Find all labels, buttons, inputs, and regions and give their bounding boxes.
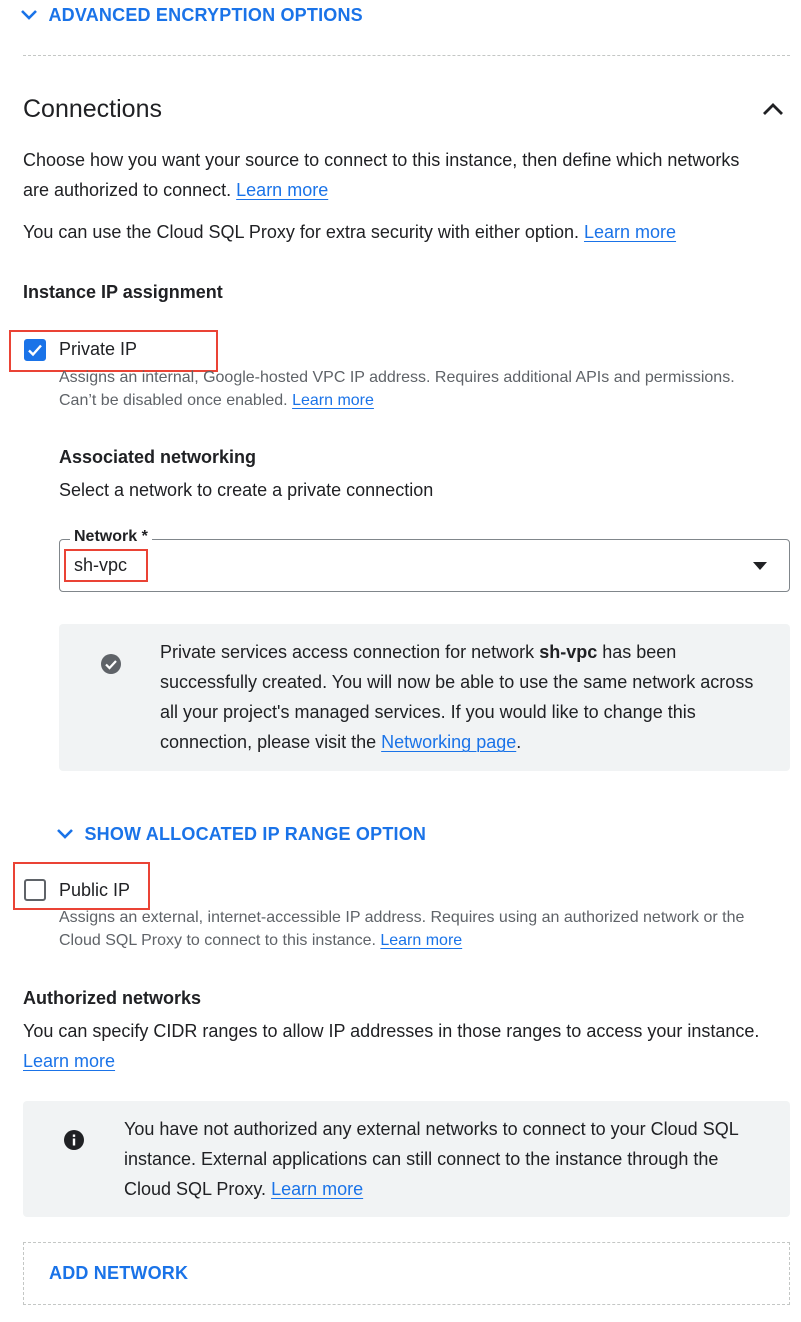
authorized-networks-notice-text: You have not authorized any external net…	[124, 1114, 764, 1204]
authorized-notice-text: You have not authorized any external net…	[124, 1119, 739, 1199]
check-circle-icon	[101, 654, 121, 674]
associated-networking-heading: Associated networking	[59, 447, 257, 467]
learn-more-link[interactable]: Learn more	[584, 222, 676, 242]
learn-more-link[interactable]: Learn more	[380, 932, 462, 949]
chevron-down-icon	[21, 10, 37, 21]
advanced-encryption-toggle[interactable]: ADVANCED ENCRYPTION OPTIONS	[20, 5, 363, 26]
network-field-label: Network *	[70, 528, 152, 546]
add-network-button[interactable]: ADD NETWORK	[49, 1263, 188, 1284]
public-ip-helper: Assigns an external, internet-accessible…	[59, 906, 789, 952]
private-ip-helper-text: Assigns an internal, Google-hosted VPC I…	[59, 369, 735, 409]
public-ip-checkbox[interactable]	[24, 879, 46, 901]
connections-description-text: Choose how you want your source to conne…	[23, 150, 740, 200]
private-ip-checkbox[interactable]	[24, 339, 46, 361]
private-ip-helper: Assigns an internal, Google-hosted VPC I…	[59, 366, 739, 412]
network-select[interactable]	[59, 539, 790, 592]
private-ip-label[interactable]: Private IP	[59, 339, 137, 360]
learn-more-link[interactable]: Learn more	[236, 180, 328, 200]
ip-assignment-heading: Instance IP assignment	[23, 282, 223, 302]
chevron-up-icon[interactable]	[762, 101, 784, 117]
notice-network-name: sh-vpc	[539, 642, 598, 662]
authorized-networks-heading: Authorized networks	[23, 988, 202, 1008]
advanced-encryption-label: ADVANCED ENCRYPTION OPTIONS	[48, 5, 363, 25]
learn-more-link[interactable]: Learn more	[292, 392, 374, 409]
chevron-down-icon	[57, 829, 73, 840]
notice-text-end: .	[516, 732, 522, 752]
associated-networking-description: Select a network to create a private con…	[59, 480, 434, 500]
public-ip-label[interactable]: Public IP	[59, 880, 130, 901]
allocated-range-label: SHOW ALLOCATED IP RANGE OPTION	[84, 824, 427, 844]
learn-more-link[interactable]: Learn more	[23, 1051, 115, 1071]
info-icon	[64, 1130, 84, 1150]
network-value: sh-vpc	[74, 555, 128, 575]
allocated-range-toggle[interactable]: SHOW ALLOCATED IP RANGE OPTION	[56, 824, 426, 845]
notice-text-before: Private services access connection for n…	[160, 642, 535, 662]
authorized-networks-description: You can specify CIDR ranges to allow IP …	[23, 1016, 763, 1076]
networking-page-link[interactable]: Networking page	[381, 732, 516, 752]
authorized-networks-description-text: You can specify CIDR ranges to allow IP …	[23, 1021, 760, 1041]
check-icon	[28, 344, 42, 357]
proxy-description-text: You can use the Cloud SQL Proxy for extr…	[23, 222, 579, 242]
section-title: Connections	[23, 95, 162, 123]
divider	[23, 55, 790, 56]
connections-description: Choose how you want your source to conne…	[23, 145, 753, 205]
learn-more-link[interactable]: Learn more	[271, 1179, 363, 1199]
dropdown-arrow-icon	[753, 562, 767, 570]
private-services-notice-text: Private services access connection for n…	[160, 637, 775, 757]
proxy-description: You can use the Cloud SQL Proxy for extr…	[23, 217, 793, 247]
